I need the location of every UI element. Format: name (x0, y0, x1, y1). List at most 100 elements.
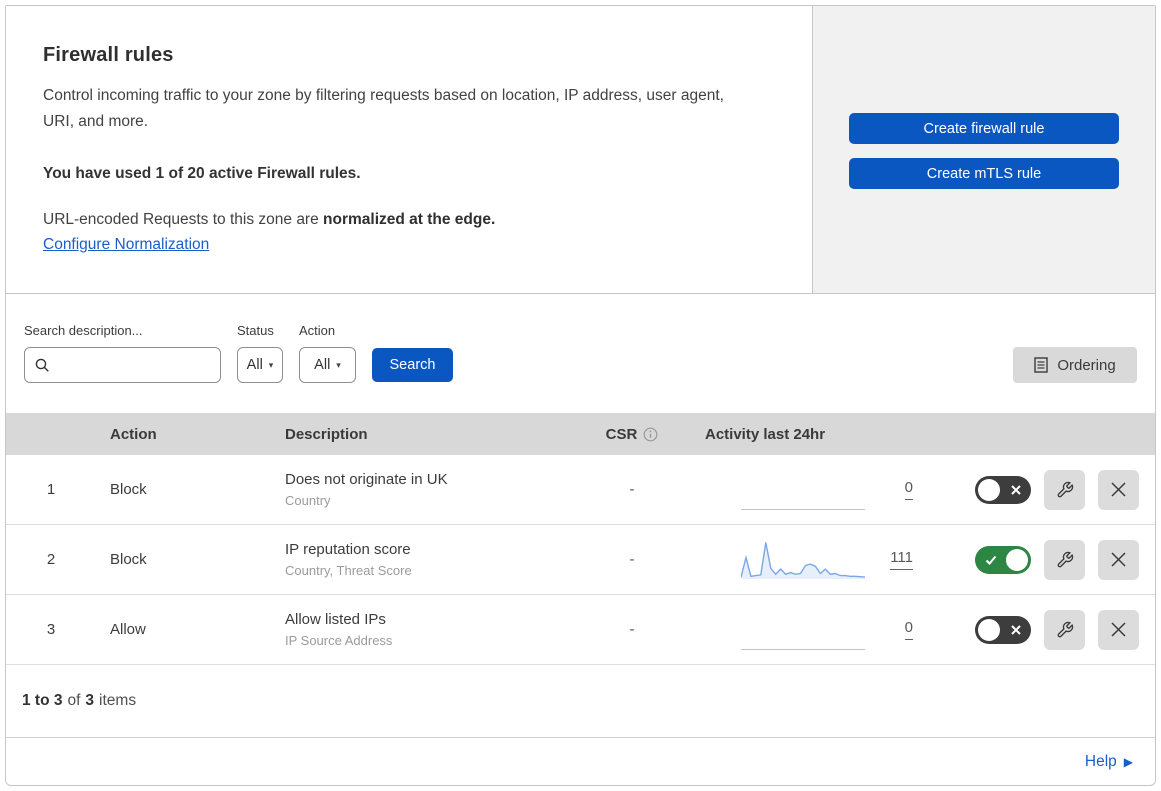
rule-description: Does not originate in UK (285, 471, 448, 488)
toggle-knob (1006, 548, 1028, 571)
ordering-list-icon (1034, 357, 1049, 373)
close-icon (1111, 552, 1126, 567)
edit-rule-button[interactable] (1044, 539, 1085, 580)
rule-action: Block (110, 551, 147, 568)
create-mtls-rule-button[interactable]: Create mTLS rule (849, 158, 1119, 189)
check-icon (985, 555, 997, 565)
activity-count-link[interactable]: 0 (904, 479, 913, 500)
search-label: Search description... (24, 323, 143, 338)
table-row: 1 Block Does not originate in UK Country… (6, 455, 1155, 525)
search-icon (35, 358, 49, 372)
search-input[interactable] (58, 357, 210, 373)
close-icon (1111, 622, 1126, 637)
pagination-range: 1 to 3 (22, 692, 63, 709)
rule-description-cell: IP reputation score Country, Threat Scor… (271, 541, 592, 578)
action-dropdown-value: All (314, 357, 331, 373)
pagination-items: items (99, 692, 137, 709)
delete-rule-button[interactable] (1098, 469, 1139, 510)
edit-rule-button[interactable] (1044, 609, 1085, 650)
pagination-of: of (67, 692, 81, 709)
ordering-button[interactable]: Ordering (1013, 347, 1137, 383)
chevron-down-icon: ▾ (336, 359, 341, 370)
rule-action: Allow (110, 621, 146, 638)
search-input-wrapper[interactable] (24, 347, 221, 383)
rule-description-cell: Does not originate in UK Country (271, 471, 592, 508)
usage-summary: You have used 1 of 20 active Firewall ru… (43, 165, 361, 182)
rule-activity-cell: 0 (672, 469, 913, 510)
rule-description: Allow listed IPs (285, 611, 386, 628)
page-title: Firewall rules (43, 44, 174, 66)
x-icon (1011, 624, 1021, 635)
edit-rule-button[interactable] (1044, 469, 1085, 510)
actions-panel: Create firewall rule Create mTLS rule (813, 6, 1155, 293)
status-dropdown-value: All (246, 357, 263, 373)
activity-count-link[interactable]: 0 (904, 619, 913, 640)
rule-enabled-toggle[interactable] (975, 475, 1031, 504)
top-section: Firewall rules Control incoming traffic … (6, 6, 1155, 294)
table-header: Action Description CSR Activity last 24h… (6, 413, 1155, 455)
table-row: 2 Block IP reputation score Country, Thr… (6, 525, 1155, 595)
filter-bar: Search description... Status All ▾ Actio… (6, 294, 1155, 413)
activity-sparkline (741, 540, 865, 580)
status-label: Status (237, 323, 274, 338)
intro-section: Firewall rules Control incoming traffic … (6, 6, 813, 293)
normalization-note-text: URL-encoded Requests to this zone are (43, 211, 324, 228)
rule-priority: 3 (46, 621, 56, 638)
wrench-icon (1057, 551, 1073, 567)
search-button[interactable]: Search (372, 348, 453, 382)
rule-csr-value: - (629, 481, 635, 498)
column-activity: Activity last 24hr (705, 425, 826, 443)
rule-controls (913, 609, 1155, 650)
rule-description: IP reputation score (285, 541, 411, 558)
wrench-icon (1057, 481, 1073, 497)
action-label: Action (299, 323, 336, 338)
normalization-note: URL-encoded Requests to this zone are no… (43, 211, 760, 229)
rule-csr-value: - (629, 551, 635, 568)
rule-filter-fields: Country, Threat Score (285, 563, 412, 578)
help-link-label: Help (1084, 752, 1117, 770)
rule-controls (913, 469, 1155, 510)
info-icon[interactable] (643, 427, 658, 442)
chevron-down-icon: ▾ (268, 359, 274, 370)
create-firewall-rule-button[interactable]: Create firewall rule (849, 113, 1119, 144)
activity-sparkline (741, 469, 865, 510)
close-icon (1111, 482, 1126, 497)
rule-priority: 1 (46, 481, 56, 498)
status-dropdown[interactable]: All ▾ (237, 347, 283, 383)
pagination-total: 3 (85, 692, 95, 709)
rule-description-cell: Allow listed IPs IP Source Address (271, 611, 592, 648)
column-csr-label: CSR (605, 425, 638, 443)
wrench-icon (1057, 621, 1073, 637)
activity-sparkline (741, 609, 865, 650)
firewall-rules-panel: Firewall rules Control incoming traffic … (5, 5, 1156, 786)
rule-controls (913, 539, 1155, 580)
rules-table: Action Description CSR Activity last 24h… (6, 413, 1155, 665)
toggle-knob (978, 618, 1000, 641)
column-csr: CSR (592, 426, 672, 443)
rule-action: Block (110, 481, 147, 498)
x-icon (1011, 484, 1021, 495)
rule-activity-cell: 111 (672, 540, 913, 580)
rule-enabled-toggle[interactable] (975, 545, 1031, 574)
column-description: Description (285, 425, 368, 443)
action-dropdown[interactable]: All ▾ (299, 347, 356, 383)
table-row: 3 Allow Allow listed IPs IP Source Addre… (6, 595, 1155, 665)
configure-normalization-link[interactable]: Configure Normalization (43, 236, 209, 254)
arrow-right-icon: ▶ (1123, 754, 1133, 769)
help-bar: Help ▶ (6, 737, 1155, 785)
rule-filter-fields: Country (285, 493, 331, 508)
page-description: Control incoming traffic to your zone by… (43, 87, 724, 130)
rule-priority: 2 (46, 551, 56, 568)
pagination-summary: 1 to 3 of 3 items (6, 665, 1155, 737)
normalization-note-bold: normalized at the edge. (323, 211, 496, 228)
activity-count-link[interactable]: 111 (890, 549, 913, 570)
rule-enabled-toggle[interactable] (975, 615, 1031, 644)
rule-csr-value: - (629, 621, 635, 638)
column-action: Action (110, 425, 157, 443)
help-link[interactable]: Help ▶ (1085, 753, 1133, 771)
rule-activity-cell: 0 (672, 609, 913, 650)
toggle-knob (978, 478, 1000, 501)
rule-filter-fields: IP Source Address (285, 633, 393, 648)
delete-rule-button[interactable] (1098, 609, 1139, 650)
delete-rule-button[interactable] (1098, 539, 1139, 580)
